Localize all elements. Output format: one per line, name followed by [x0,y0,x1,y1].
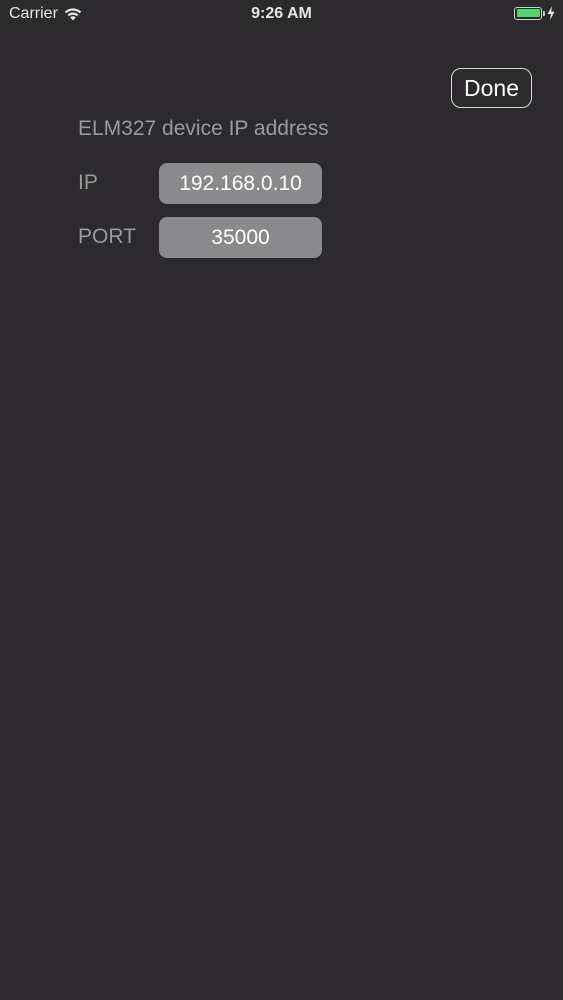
section-title: ELM327 device IP address [78,117,329,140]
port-label: PORT [78,225,136,248]
battery-level [516,9,540,17]
battery-icon [514,6,545,20]
ip-field[interactable] [159,163,322,204]
battery-indicator [514,6,555,20]
port-field[interactable] [159,217,322,258]
status-time: 9:26 AM [251,5,312,22]
status-bar: Carrier 9:26 AM [0,0,563,30]
settings-screen: Carrier 9:26 AM Done ELM327 device IP ad… [0,0,563,1000]
charging-bolt-icon [547,6,555,20]
ip-label: IP [78,171,98,194]
done-button[interactable]: Done [451,68,532,108]
